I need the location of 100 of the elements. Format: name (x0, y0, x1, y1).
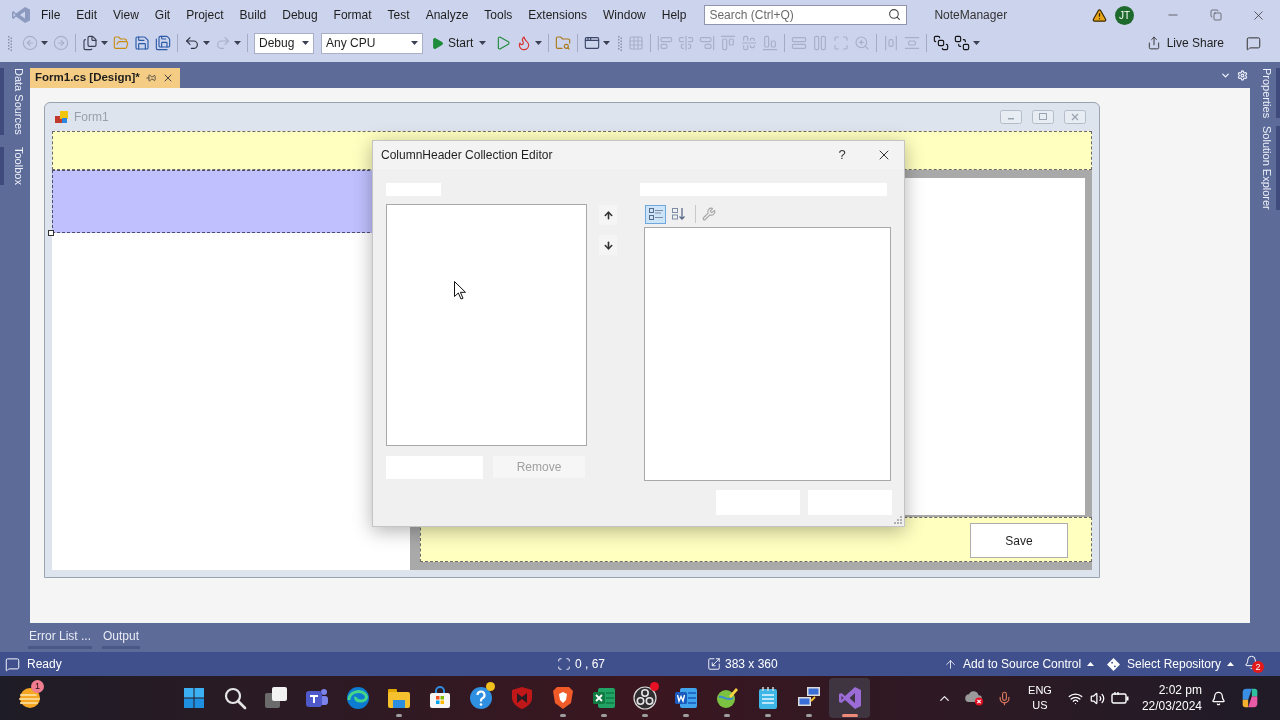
settings-icon[interactable] (1237, 69, 1248, 81)
grip-handle-icon[interactable] (8, 35, 12, 51)
panel-tab[interactable]: Error List ... (28, 626, 92, 649)
configuration-dropdown[interactable]: Debug (254, 32, 314, 54)
caret-down-icon[interactable] (411, 41, 418, 45)
overlapping-squares-icon (263, 686, 288, 710)
view-toggle-button[interactable] (645, 204, 666, 224)
send-to-back-icon[interactable] (954, 35, 971, 51)
panel-tab[interactable]: Output (102, 626, 141, 649)
microphone-icon[interactable] (996, 690, 1012, 706)
menu-item[interactable]: Format (325, 4, 380, 26)
caret-down-icon[interactable] (101, 41, 108, 45)
play-outline-icon[interactable] (495, 35, 512, 51)
dialog-title: ColumnHeader Collection Editor (381, 147, 553, 164)
menu-item[interactable]: View (105, 4, 147, 26)
ribbon-logo-icon (837, 686, 862, 710)
undo-icon[interactable] (184, 35, 200, 51)
caret-down-icon[interactable] (203, 41, 210, 45)
search-field[interactable]: Search (Ctrl+Q) (704, 5, 908, 25)
menu-item[interactable]: Help (653, 4, 695, 26)
grip-handle-icon[interactable] (618, 35, 623, 51)
size-readout: 383 x 360 (725, 656, 778, 673)
start-button[interactable]: Start (431, 34, 474, 52)
restore-icon[interactable] (1209, 9, 1222, 21)
play-icon (431, 36, 444, 50)
folder-search-icon[interactable] (555, 35, 572, 51)
app-window-icon[interactable] (584, 35, 601, 51)
files-icon[interactable] (82, 35, 98, 51)
caret-up-icon[interactable] (1087, 662, 1095, 666)
document-tile-icon (673, 686, 698, 710)
notification-badge: 2 (1252, 661, 1264, 673)
tool-window-tab[interactable]: Solution Explorer (1252, 126, 1280, 210)
source-control-button[interactable]: Add to Source Control (944, 655, 1107, 673)
volume-icon[interactable] (1089, 690, 1105, 706)
menu-item[interactable]: Window (595, 4, 654, 26)
move-down-button[interactable] (599, 235, 617, 255)
bell-icon[interactable] (1210, 690, 1226, 706)
menu-item[interactable]: Build (231, 4, 275, 26)
notification-badge: 1 (31, 680, 44, 693)
dashed-corners-icon (557, 657, 571, 671)
categorized-list-icon (648, 208, 663, 220)
resize-handle[interactable] (48, 230, 54, 236)
sort-icon (671, 208, 686, 220)
menu-item[interactable]: Project (178, 4, 232, 26)
mouse-pointer-icon (454, 281, 466, 300)
caret-down-icon[interactable] (535, 41, 543, 45)
resize-icon (707, 657, 721, 671)
cloud-error-icon[interactable] (964, 690, 984, 706)
tool-window-tab[interactable]: Properties (1252, 68, 1280, 119)
repository-button[interactable]: Select Repository (1107, 655, 1244, 673)
menu-item[interactable]: Git (146, 4, 179, 26)
resize-grip-icon[interactable] (894, 516, 902, 524)
save-all-icon[interactable] (155, 35, 171, 51)
form-title: Form1 (74, 109, 109, 126)
feedback-icon[interactable] (1246, 35, 1261, 51)
help-circle-icon (468, 686, 493, 710)
status-message: Ready (27, 656, 62, 673)
arrow-up-icon (602, 209, 614, 221)
swirl-circle-icon (345, 686, 370, 710)
arrow-up-icon (944, 657, 957, 671)
menu-item[interactable]: Analyze (417, 4, 477, 26)
caret-down-icon[interactable] (302, 41, 309, 45)
help-button[interactable]: ? (832, 145, 852, 165)
platform-dropdown[interactable]: Any CPU (321, 32, 423, 54)
menu-item[interactable]: File (33, 4, 69, 26)
live-share-button[interactable]: Live Share (1146, 34, 1224, 52)
input-language-button[interactable]: ENG US (1016, 683, 1064, 713)
move-up-button[interactable] (599, 205, 617, 225)
speech-bubble-icon (5, 656, 20, 672)
solution-name: NoteManager (934, 7, 1008, 24)
spreadsheet-icon (591, 686, 616, 710)
battery-icon[interactable] (1111, 692, 1129, 704)
window-grid-icon (181, 686, 206, 710)
document-tab[interactable]: Form1.cs [Design]* (30, 68, 180, 88)
people-tile-icon (304, 686, 329, 710)
warning-icon[interactable] (1092, 7, 1107, 23)
shopping-bag-icon (427, 686, 452, 710)
caret-down-icon[interactable] (479, 41, 487, 45)
menu-item[interactable]: Extensions (520, 4, 596, 26)
menu-item[interactable]: Edit (68, 4, 106, 26)
menu-item[interactable]: Tools (476, 4, 521, 26)
form-icon (55, 110, 69, 124)
clock-button[interactable]: 2:02 pm 22/03/2024 (1132, 682, 1206, 714)
save-icon[interactable] (134, 35, 150, 51)
caret-down-icon[interactable] (603, 41, 611, 45)
arrow-down-icon (602, 239, 614, 251)
pin-icon[interactable] (145, 73, 156, 83)
menu-item[interactable]: Debug (274, 4, 326, 26)
save-button[interactable]: Save (970, 523, 1068, 558)
caret-down-icon[interactable] (973, 41, 981, 45)
three-circles-icon (632, 686, 657, 710)
crest-icon (550, 686, 575, 710)
search-icon (222, 686, 247, 710)
menu-item[interactable]: Test (379, 4, 418, 26)
wifi-icon[interactable] (1067, 690, 1083, 706)
caret-up-icon[interactable] (1227, 662, 1235, 666)
search-icon[interactable] (888, 8, 902, 21)
position-readout: 0 , 67 (575, 656, 606, 673)
bring-to-front-icon[interactable] (933, 35, 950, 51)
account-avatar[interactable]: JT (1115, 5, 1134, 25)
